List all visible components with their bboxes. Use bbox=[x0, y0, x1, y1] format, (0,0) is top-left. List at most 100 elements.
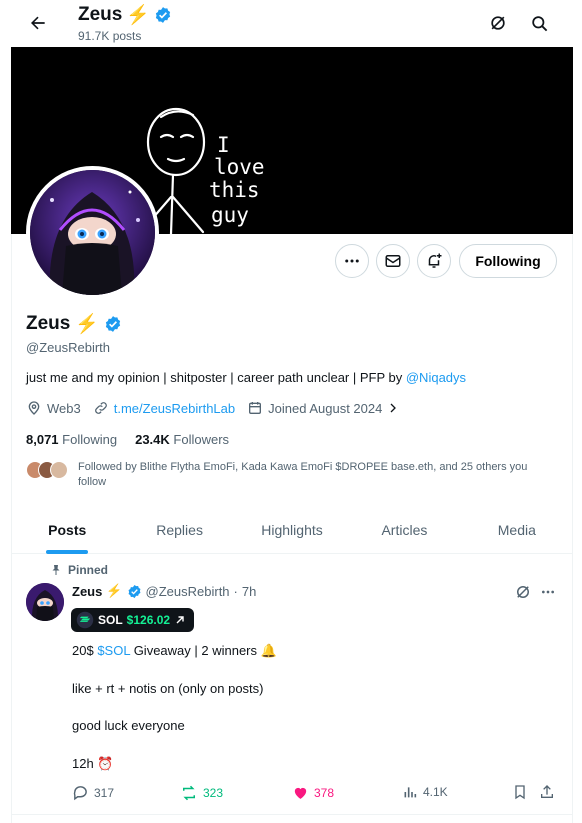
pin-icon bbox=[52, 565, 60, 575]
tab-articles[interactable]: Articles bbox=[348, 507, 460, 553]
lightning-emoji: ⚡ bbox=[75, 314, 100, 335]
repost-icon bbox=[183, 785, 195, 801]
followers-label: Followers bbox=[173, 432, 230, 447]
tweet-separator-line bbox=[11, 814, 573, 815]
notifications-button[interactable] bbox=[417, 244, 451, 278]
header-title: Zeus ⚡ bbox=[78, 3, 172, 27]
tweet-separator: · bbox=[233, 583, 238, 599]
followed-by-avatars bbox=[26, 460, 68, 490]
following-label: Following bbox=[62, 432, 118, 447]
avatar-image bbox=[30, 170, 155, 295]
website-link[interactable]: t.me/ZeusRebirthLab bbox=[114, 401, 235, 416]
tweet-more-button[interactable] bbox=[535, 579, 561, 605]
chevron-right-icon bbox=[390, 403, 397, 413]
profile-header-bar: Zeus ⚡ 91.7K posts bbox=[11, 0, 573, 47]
profile-handle: @ZeusRebirth bbox=[26, 340, 111, 355]
lightning-emoji: ⚡ bbox=[126, 5, 151, 26]
tab-highlights[interactable]: Highlights bbox=[236, 507, 348, 553]
back-arrow-icon bbox=[31, 16, 45, 30]
more-options-button[interactable] bbox=[335, 244, 369, 278]
tweet-actions: 317 323 378 4.1K bbox=[72, 784, 558, 804]
link-icon bbox=[94, 402, 107, 414]
tweet-author-handle[interactable]: @ZeusRebirth bbox=[146, 584, 230, 599]
profile-name: Zeus ⚡ bbox=[26, 312, 122, 336]
tweet-line-1: 20$ $SOL Giveaway | 2 winners 🔔 bbox=[72, 643, 277, 659]
followers-stat[interactable]: 23.4K Followers bbox=[135, 432, 229, 447]
views-icon bbox=[404, 787, 417, 798]
tweet-line-2: like + rt + notis on (only on posts) bbox=[72, 681, 264, 696]
bio-mention-link[interactable]: @Niqadys bbox=[406, 370, 466, 385]
profile-bio: just me and my opinion | shitposter | ca… bbox=[26, 370, 466, 385]
like-button[interactable]: 378 bbox=[292, 784, 334, 801]
tweet-header: Zeus ⚡ @ZeusRebirth · 7h bbox=[72, 583, 256, 599]
tweet-line-1-suffix: Giveaway | 2 winners 🔔 bbox=[130, 643, 277, 658]
tweet-line-3: good luck everyone bbox=[72, 718, 185, 733]
following-button[interactable]: Following bbox=[459, 244, 557, 278]
tweet-grok-button[interactable] bbox=[510, 579, 536, 605]
repost-count: 323 bbox=[203, 786, 224, 800]
message-icon bbox=[385, 255, 401, 267]
tweet-time[interactable]: 7h bbox=[242, 584, 256, 599]
grok-icon bbox=[517, 586, 529, 598]
follower-avatar bbox=[50, 461, 68, 479]
search-button[interactable] bbox=[526, 10, 552, 36]
views-button[interactable]: 4.1K bbox=[402, 784, 448, 800]
views-count: 4.1K bbox=[423, 785, 448, 799]
header-posts-count: 91.7K posts bbox=[78, 29, 142, 43]
followed-by-text: Followed by Blithe Flytha EmoFi, Kada Ka… bbox=[78, 461, 528, 488]
tweet-line-1-prefix: 20$ bbox=[72, 643, 98, 658]
solana-icon bbox=[76, 611, 94, 629]
chip-token: SOL bbox=[98, 613, 123, 627]
back-button[interactable] bbox=[23, 8, 53, 38]
more-icon bbox=[542, 590, 554, 594]
bookmark-button[interactable] bbox=[512, 784, 528, 800]
profile-avatar[interactable] bbox=[26, 166, 159, 299]
reply-button[interactable]: 317 bbox=[72, 784, 114, 801]
location-icon bbox=[28, 401, 40, 415]
pinned-text: Pinned bbox=[68, 563, 109, 577]
follow-stats: 8,071 Following 23.4K Followers bbox=[26, 432, 229, 447]
profile-display-name: Zeus bbox=[26, 313, 71, 334]
tweet-line-4: 12h ⏰ bbox=[72, 756, 114, 771]
tab-replies[interactable]: Replies bbox=[123, 507, 235, 553]
tweet-author-avatar[interactable] bbox=[26, 583, 64, 621]
tweet-avatar-image bbox=[26, 583, 64, 621]
website-item[interactable]: t.me/ZeusRebirthLab bbox=[93, 400, 235, 416]
like-count: 378 bbox=[314, 785, 335, 800]
cashtag-link[interactable]: $SOL bbox=[97, 643, 130, 658]
location-text: Web3 bbox=[47, 400, 81, 416]
share-button[interactable] bbox=[539, 784, 555, 800]
banner-caption-line-1: I bbox=[217, 133, 230, 157]
repost-button[interactable]: 323 bbox=[180, 784, 223, 802]
tab-media[interactable]: Media bbox=[461, 507, 573, 553]
grok-button[interactable] bbox=[485, 10, 511, 36]
banner-caption-line-3: this bbox=[209, 178, 260, 202]
reply-icon bbox=[73, 786, 87, 801]
followed-by[interactable]: Followed by Blithe Flytha EmoFi, Kada Ka… bbox=[26, 460, 546, 490]
arrow-up-right-icon bbox=[176, 616, 184, 624]
bookmark-icon bbox=[515, 785, 525, 800]
header-name: Zeus bbox=[78, 4, 123, 25]
following-stat[interactable]: 8,071 Following bbox=[26, 432, 117, 447]
notification-add-icon bbox=[428, 253, 442, 268]
sol-price-chip[interactable]: SOL $126.02 bbox=[71, 608, 195, 632]
grok-icon bbox=[491, 16, 505, 30]
followers-count: 23.4K bbox=[135, 432, 170, 447]
bio-text: just me and my opinion | shitposter | ca… bbox=[26, 370, 406, 385]
joined-item[interactable]: Joined August 2024 bbox=[247, 400, 399, 416]
banner-caption-line-2: love bbox=[214, 155, 265, 179]
tweet-author-name[interactable]: Zeus bbox=[72, 584, 102, 599]
calendar-icon bbox=[249, 402, 262, 414]
following-count: 8,071 bbox=[26, 432, 59, 447]
verified-icon bbox=[128, 584, 140, 598]
location-item: Web3 bbox=[26, 400, 81, 416]
message-button[interactable] bbox=[376, 244, 410, 278]
verified-icon bbox=[105, 316, 121, 332]
tab-posts[interactable]: Posts bbox=[11, 507, 123, 553]
joined-text: Joined August 2024 bbox=[268, 400, 383, 416]
lightning-emoji: ⚡ bbox=[106, 583, 123, 598]
more-icon bbox=[345, 259, 359, 263]
search-icon bbox=[531, 15, 547, 31]
profile-meta: Web3 t.me/ZeusRebirthLab Joined August 2… bbox=[26, 400, 411, 416]
verified-icon bbox=[155, 7, 171, 23]
